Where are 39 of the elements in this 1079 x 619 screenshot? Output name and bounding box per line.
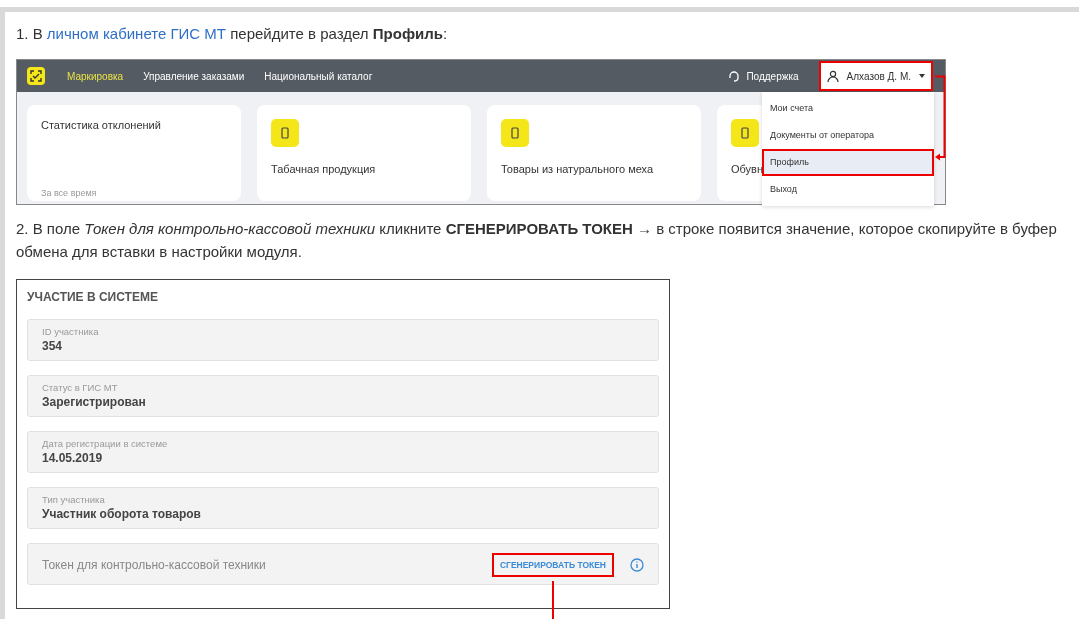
category-name: Обувн bbox=[731, 163, 765, 175]
menu-item[interactable]: Мои счета bbox=[762, 95, 934, 122]
menu-item[interactable]: Выход bbox=[762, 176, 934, 203]
support-link[interactable]: Поддержка bbox=[746, 70, 799, 82]
card-footer: За все время bbox=[41, 188, 227, 198]
field-label: Тип участника bbox=[42, 494, 106, 505]
category-name: Табачная продукция bbox=[271, 163, 377, 175]
category-icon bbox=[501, 119, 529, 147]
nav-tab[interactable]: Маркировка bbox=[67, 70, 124, 82]
headset-icon bbox=[728, 70, 741, 82]
field-value: Участник оборота товаров bbox=[42, 507, 202, 521]
annotation-line bbox=[552, 581, 554, 619]
category-icon bbox=[731, 119, 759, 147]
category-name: Товары из натурального меха bbox=[501, 163, 655, 175]
card-title: Статистика отклонений bbox=[41, 119, 162, 131]
info-icon[interactable] bbox=[630, 558, 644, 572]
card[interactable]: Статистика отклонений За все время bbox=[27, 105, 241, 201]
field-value: 14.05.2019 bbox=[42, 451, 104, 465]
field-value: Зарегистрирован bbox=[42, 395, 147, 409]
user-menu-button[interactable]: Алхазов Д. М. bbox=[818, 61, 933, 91]
field-label: ID участника bbox=[42, 326, 100, 337]
nav-tab[interactable]: Национальный каталог bbox=[264, 70, 373, 82]
instruction-text: 2. В поле Токен для контрольно-кассовой техники кликните СГЕНЕРИРОВАТЬ ТОКЕН → в строке появится значение, которое скопируйте в буфер обмена для вставки в настройки модуля. bbox=[16, 219, 1058, 262]
logo-icon bbox=[27, 67, 45, 85]
section-title: УЧАСТИЕ В СИСТЕМЕ bbox=[27, 290, 159, 304]
nav-tab[interactable]: Управление заказами bbox=[143, 70, 245, 82]
cabinet-link[interactable]: личном кабинете ГИС МТ bbox=[46, 25, 227, 42]
field-value: 354 bbox=[42, 339, 64, 353]
caret-icon bbox=[919, 74, 925, 78]
user-icon bbox=[826, 70, 839, 82]
field-label: Статус в ГИС МТ bbox=[42, 382, 119, 393]
instruction-text: 1. В личном кабинете ГИС МТ перейдите в раздел Профиль: bbox=[16, 24, 449, 44]
field-label: Дата регистрации в системе bbox=[42, 438, 169, 449]
card[interactable]: Табачная продукция bbox=[257, 105, 471, 201]
card[interactable]: Товары из натурального меха bbox=[487, 105, 701, 201]
field-label: Токен для контрольно-кассовой техники bbox=[42, 558, 267, 572]
category-icon bbox=[271, 119, 299, 147]
menu-item[interactable]: Документы от оператора bbox=[762, 122, 934, 149]
menu-item[interactable]: Профиль bbox=[762, 149, 934, 176]
